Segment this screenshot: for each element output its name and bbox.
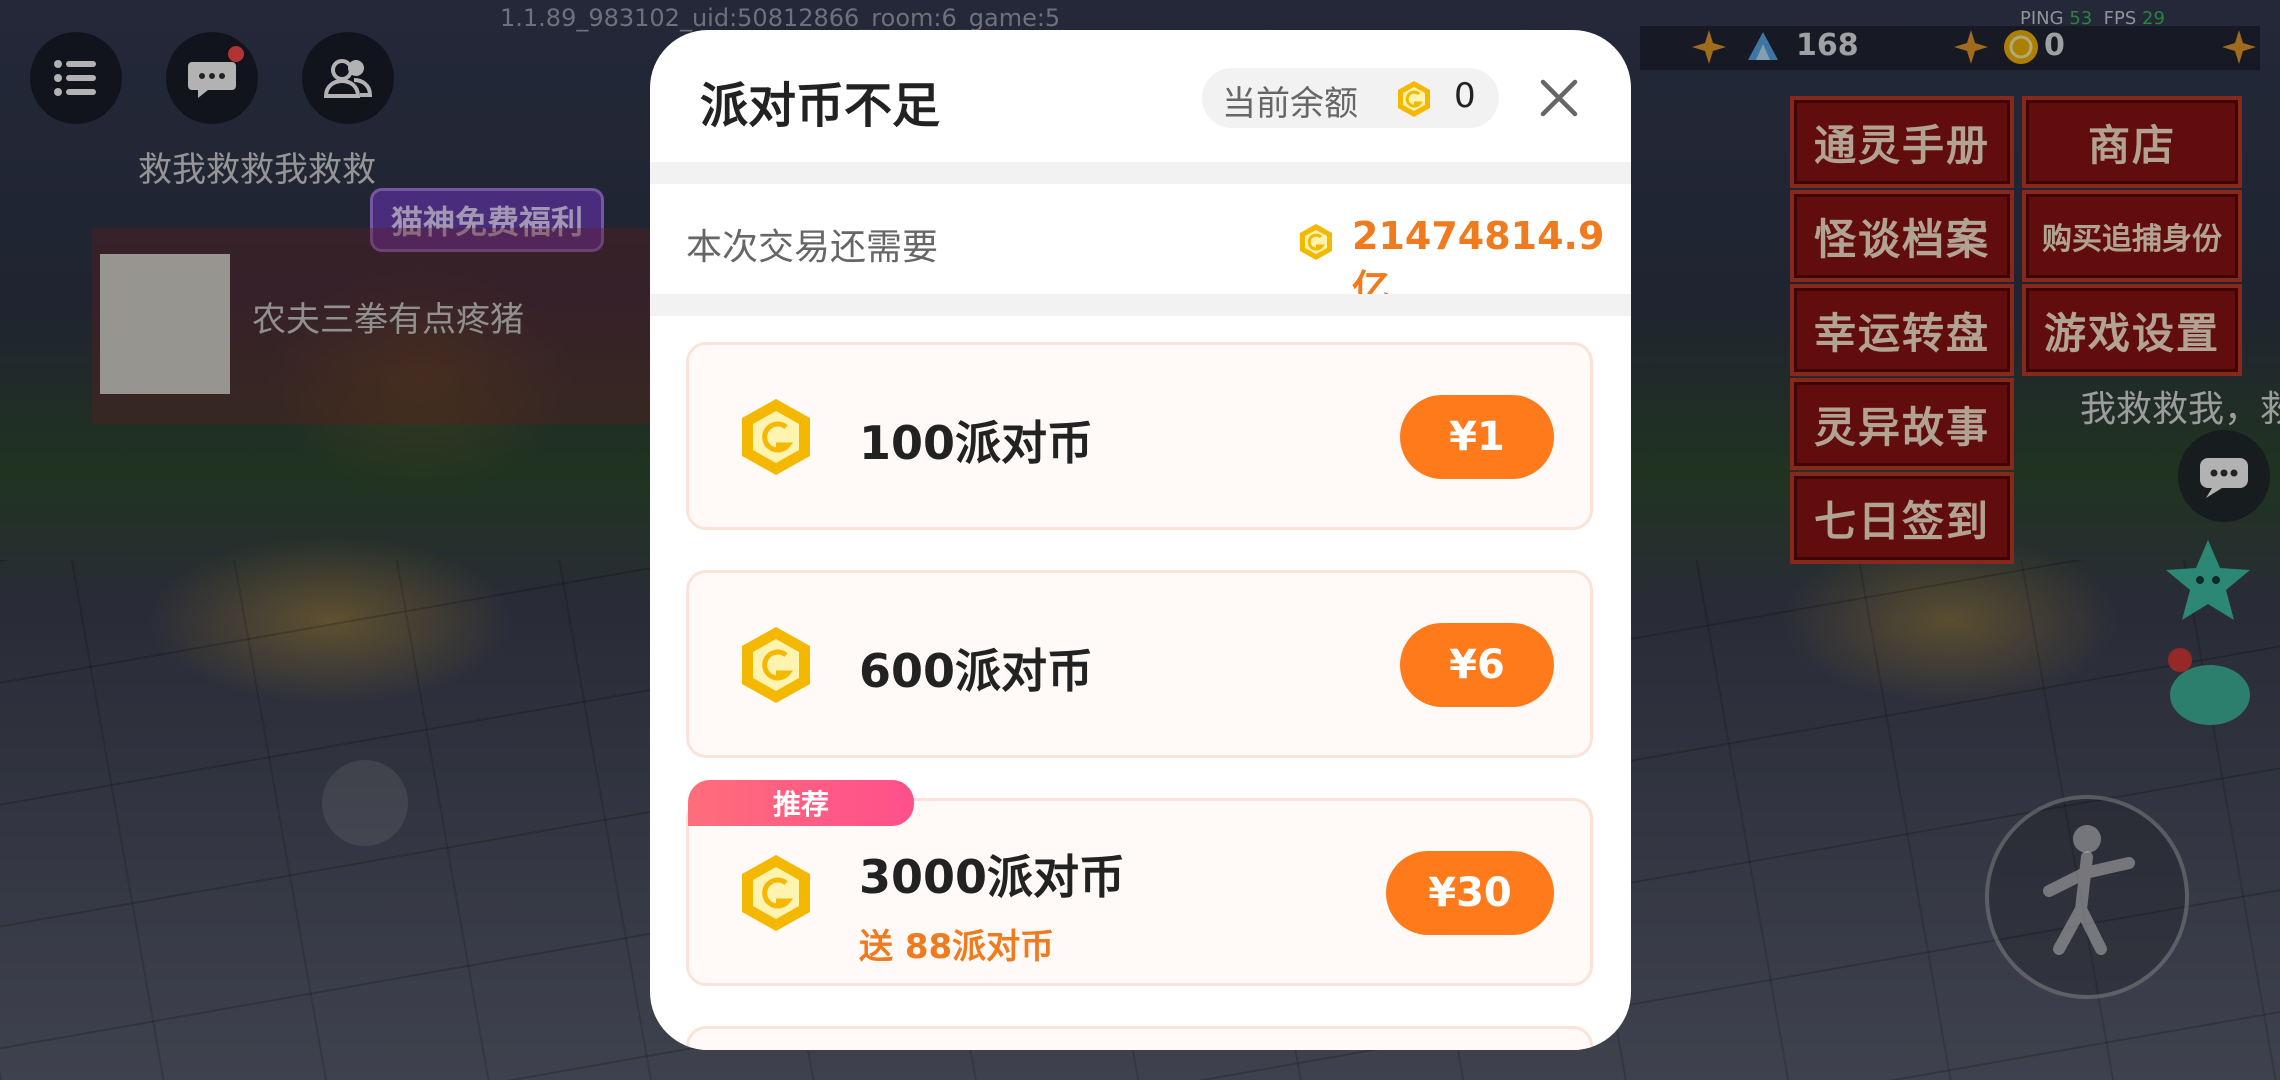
package-amount: 600派对币 — [859, 644, 1094, 698]
coin-icon — [742, 399, 810, 475]
divider — [650, 294, 1631, 316]
recommend-tag: 推荐 — [688, 780, 914, 826]
coin-icon — [742, 627, 810, 703]
balance-value: 0 — [1454, 76, 1476, 116]
coin-icon — [1300, 224, 1332, 260]
balance-pill: 当前余额 0 — [1202, 68, 1499, 128]
buy-button[interactable]: ¥1 — [1400, 395, 1554, 479]
required-label: 本次交易还需要 — [686, 227, 939, 268]
package-100[interactable]: 100派对币 ¥1 — [686, 342, 1593, 530]
divider — [650, 162, 1631, 184]
buy-button[interactable]: ¥30 — [1386, 851, 1554, 935]
dialog-header: 派对币不足 当前余额 0 — [650, 30, 1631, 162]
package-amount: 3000派对币 — [859, 850, 1126, 904]
buy-button[interactable]: ¥6 — [1400, 623, 1554, 707]
package-amount: 100派对币 — [859, 416, 1094, 470]
package-3000[interactable]: 3000派对币 送 88派对币 ¥30 — [686, 798, 1593, 986]
package-next-peek[interactable] — [686, 1026, 1593, 1050]
coin-icon — [1398, 81, 1430, 117]
close-icon[interactable] — [1535, 74, 1583, 122]
package-600[interactable]: 600派对币 ¥6 — [686, 570, 1593, 758]
balance-label: 当前余额 — [1222, 84, 1358, 124]
dialog-title: 派对币不足 — [700, 78, 941, 134]
coin-icon — [742, 855, 810, 931]
package-bonus: 送 88派对币 — [859, 927, 1055, 967]
insufficient-coins-dialog: 派对币不足 当前余额 0 本次交易还需要 21474814.9亿 100派对币 … — [650, 30, 1631, 1050]
required-amount-row: 本次交易还需要 21474814.9亿 — [650, 184, 1631, 311]
